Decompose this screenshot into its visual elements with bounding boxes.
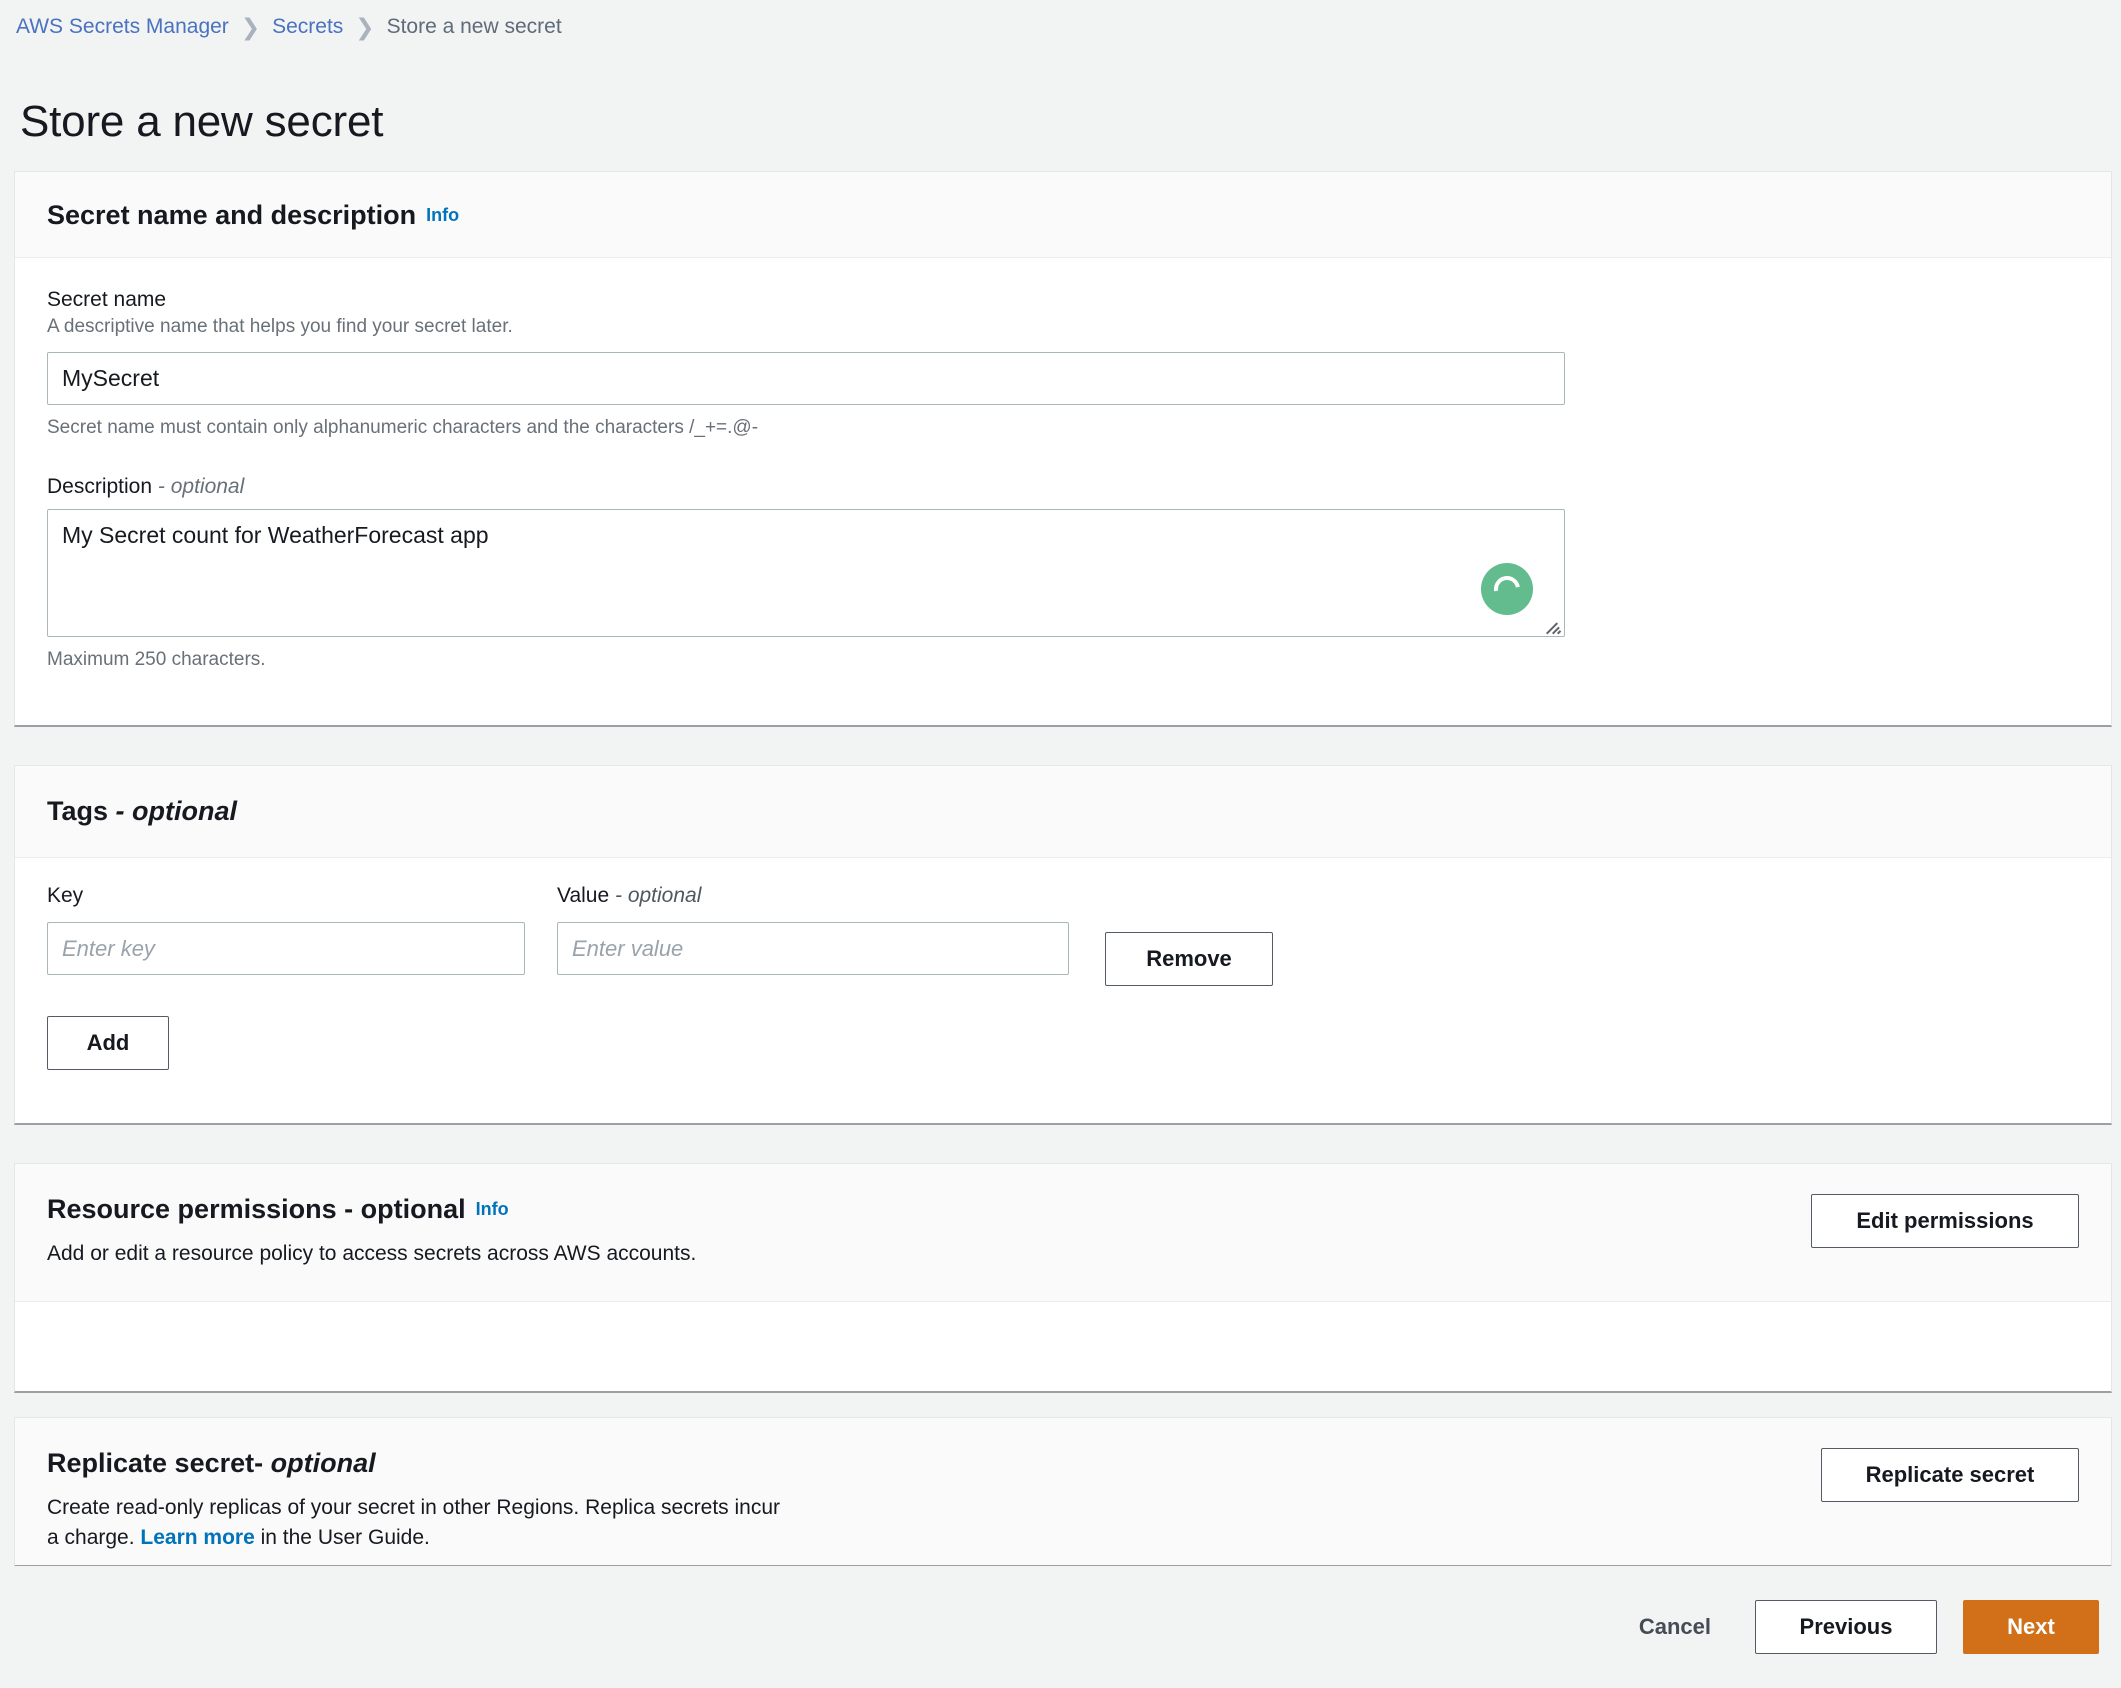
secret-panel-body: Secret name A descriptive name that help… [15, 258, 2111, 705]
description-label-text: Description [47, 475, 153, 498]
replicate-description-line1: Create read-only replicas of your secret… [47, 1496, 781, 1519]
replicate-secret-header: Replicate secret- optional Create read-o… [15, 1418, 2111, 1565]
resource-permissions-description: Add or edit a resource policy to access … [47, 1242, 697, 1265]
tags-panel-header: Tags - optional [15, 766, 2111, 858]
description-textarea[interactable] [47, 509, 1565, 637]
tag-key-input[interactable] [47, 922, 525, 975]
footer-actions: Cancel Previous Next [0, 1566, 2121, 1688]
secret-name-description: A descriptive name that helps you find y… [47, 316, 513, 337]
breadcrumb: AWS Secrets Manager ❯ Secrets ❯ Store a … [0, 0, 2121, 42]
edit-permissions-button[interactable]: Edit permissions [1811, 1194, 2079, 1248]
description-optional-text: - optional [157, 475, 245, 498]
replicate-secret-description: Create read-only replicas of your secret… [47, 1493, 780, 1554]
tag-key-header: Key [47, 884, 84, 907]
breadcrumb-item-current: Store a new secret [386, 15, 562, 38]
remove-tag-button[interactable]: Remove [1105, 932, 1273, 986]
breadcrumb-item-aws-secrets-manager[interactable]: AWS Secrets Manager [16, 15, 229, 39]
previous-button[interactable]: Previous [1755, 1600, 1937, 1654]
tags-panel-title-text: Tags [47, 796, 109, 826]
tag-key-column: Key [47, 884, 525, 975]
secret-name-input[interactable] [47, 352, 1565, 405]
resource-permissions-header: Resource permissions - optional Info Add … [15, 1164, 2111, 1303]
tag-value-input[interactable] [557, 922, 1069, 975]
info-link[interactable]: Info [426, 205, 459, 225]
page-title: Store a new secret [20, 97, 384, 147]
description-hint: Maximum 250 characters. [47, 649, 266, 670]
tags-panel: Tags - optional Key Value - optional [14, 765, 2112, 1125]
description-label: Description - optional [47, 475, 2079, 499]
replicate-secret-text-block: Replicate secret- optional Create read-o… [47, 1448, 780, 1554]
secret-panel-header: Secret name and description Info [15, 172, 2111, 258]
secret-name-hint: Secret name must contain only alphanumer… [47, 417, 759, 438]
learn-more-link[interactable]: Learn more [140, 1526, 254, 1549]
next-button[interactable]: Next [1963, 1600, 2099, 1654]
tag-row: Key Value - optional Remove [47, 884, 2079, 986]
secret-panel-title: Secret name and description [47, 200, 417, 230]
tag-remove-column: Remove [1105, 884, 1273, 986]
info-link[interactable]: Info [476, 1199, 509, 1219]
chevron-right-icon: ❯ [240, 13, 261, 40]
replicate-secret-title-text: Replicate secret- [47, 1448, 264, 1478]
replicate-secret-title-optional: optional [270, 1448, 376, 1478]
resource-permissions-text-block: Resource permissions - optional Info Add … [47, 1194, 696, 1269]
tag-value-column: Value - optional [557, 884, 1069, 975]
replicate-description-line2-post: in the User Guide. [254, 1526, 430, 1550]
resource-permissions-title: Resource permissions - optional [47, 1194, 466, 1224]
breadcrumb-item-secrets[interactable]: Secrets [272, 15, 343, 39]
replicate-secret-title: Replicate secret- optional [47, 1448, 376, 1479]
tag-value-header: Value - optional [557, 884, 1069, 908]
tags-panel-title: Tags - optional [47, 796, 237, 827]
tag-value-header-optional: - optional [615, 884, 702, 907]
resource-permissions-body [15, 1302, 2111, 1375]
store-new-secret-page: AWS Secrets Manager ❯ Secrets ❯ Store a … [0, 0, 2121, 1688]
add-tag-button[interactable]: Add [47, 1016, 169, 1070]
tags-panel-title-optional: - optional [115, 796, 238, 826]
resource-permissions-panel: Resource permissions - optional Info Add … [14, 1163, 2112, 1393]
replicate-description-line2-pre: a charge. [47, 1526, 141, 1550]
secret-name-label: Secret name [47, 288, 167, 311]
chevron-right-icon: ❯ [355, 13, 375, 40]
tag-value-header-text: Value [557, 884, 610, 907]
description-textarea-wrapper [47, 509, 1565, 637]
loading-spinner-icon [1481, 563, 1533, 615]
cancel-button[interactable]: Cancel [1621, 1614, 1729, 1640]
replicate-secret-panel: Replicate secret- optional Create read-o… [14, 1417, 2112, 1567]
tags-panel-body: Key Value - optional Remove Add [15, 858, 2111, 1104]
replicate-secret-button[interactable]: Replicate secret [1821, 1448, 2079, 1502]
secret-name-description-panel: Secret name and description Info Secret n… [14, 171, 2112, 727]
